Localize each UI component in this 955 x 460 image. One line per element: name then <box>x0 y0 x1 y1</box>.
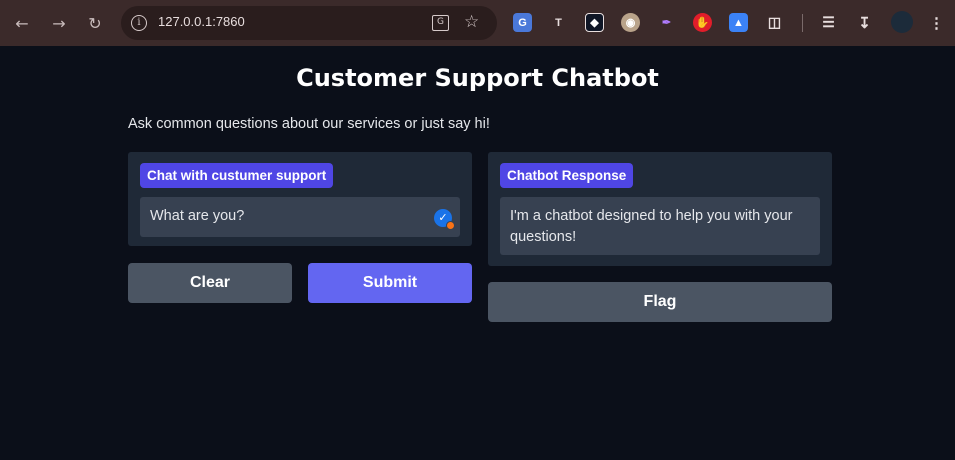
google-translate-extension-icon[interactable]: G <box>513 13 532 32</box>
feather-extension-icon[interactable]: ✒ <box>657 13 676 32</box>
menu-kebab-icon[interactable]: ⋮ <box>927 13 946 32</box>
clear-button[interactable]: Clear <box>128 263 292 303</box>
page-subtitle: Ask common questions about our services … <box>128 116 490 132</box>
submit-button[interactable]: Submit <box>308 263 472 303</box>
media-playlist-icon[interactable]: ☰ <box>819 13 838 32</box>
chat-input-value[interactable]: What are you? <box>150 208 244 224</box>
translate-icon[interactable]: G <box>432 15 449 31</box>
extensions-puzzle-icon[interactable]: ◫ <box>765 13 784 32</box>
back-icon[interactable]: ← <box>10 11 34 35</box>
chatbot-response-text: I'm a chatbot designed to help you with … <box>510 208 793 245</box>
hand-stop-extension-icon[interactable]: ✋ <box>693 13 712 32</box>
app-page: Customer Support Chatbot Ask common ques… <box>0 46 955 460</box>
text-extension-icon[interactable]: T <box>549 13 568 32</box>
grammar-check-icon[interactable]: ✓ <box>434 209 455 230</box>
output-panel: Chatbot Response I'm a chatbot designed … <box>488 152 832 266</box>
output-label: Chatbot Response <box>500 163 634 188</box>
chatbot-response-field: I'm a chatbot designed to help you with … <box>500 197 820 255</box>
address-bar[interactable]: i 127.0.0.1:7860 G ☆ <box>121 6 497 40</box>
page-title: Customer Support Chatbot <box>296 64 659 92</box>
flag-button[interactable]: Flag <box>488 282 832 322</box>
toolbar-divider <box>802 14 803 32</box>
cube-extension-icon[interactable]: ◆ <box>585 13 604 32</box>
url-text[interactable]: 127.0.0.1:7860 <box>158 14 245 29</box>
chart-extension-icon[interactable]: ▲ <box>729 13 748 32</box>
profile-avatar[interactable] <box>891 11 913 33</box>
browser-toolbar: ← → ↻ i 127.0.0.1:7860 G ☆ G T ◆ ◉ ✒ ✋ ▲… <box>0 0 955 46</box>
input-panel: Chat with custumer support What are you?… <box>128 152 472 246</box>
download-icon[interactable]: ↧ <box>855 13 874 32</box>
forward-icon[interactable]: → <box>47 11 71 35</box>
reload-icon[interactable]: ↻ <box>83 11 107 35</box>
owl-extension-icon[interactable]: ◉ <box>621 13 640 32</box>
input-label: Chat with custumer support <box>140 163 334 188</box>
status-dot-icon <box>446 221 455 230</box>
bookmark-star-icon[interactable]: ☆ <box>464 12 479 32</box>
site-info-icon[interactable]: i <box>131 15 147 31</box>
chat-input-field[interactable]: What are you? <box>140 197 460 237</box>
